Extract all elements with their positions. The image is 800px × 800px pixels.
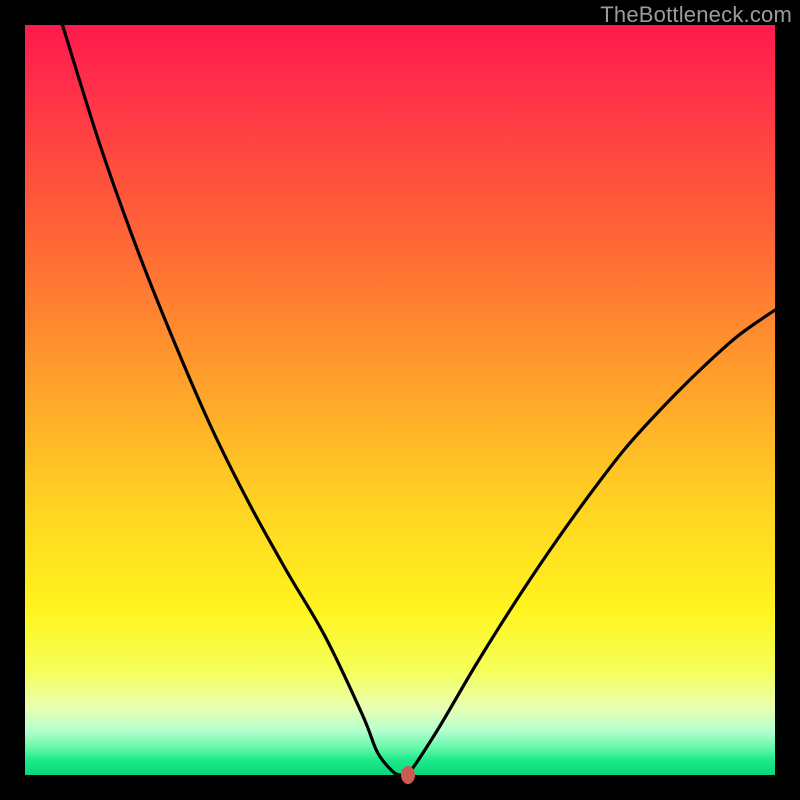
bottleneck-curve	[25, 25, 775, 775]
watermark-text: TheBottleneck.com	[600, 2, 792, 28]
chart-frame: TheBottleneck.com	[0, 0, 800, 800]
minimum-marker	[401, 766, 415, 784]
plot-area	[25, 25, 775, 775]
